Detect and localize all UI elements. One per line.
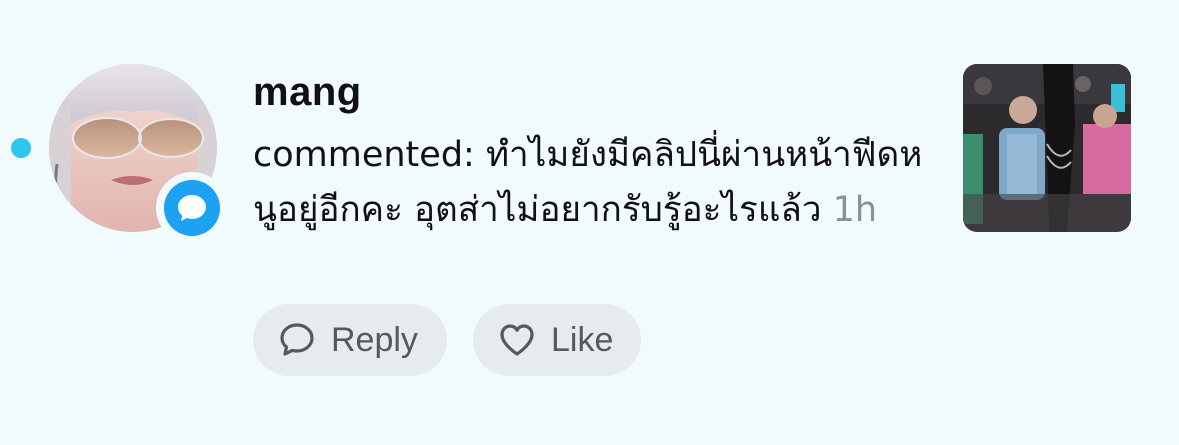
post-thumbnail[interactable] (963, 64, 1131, 232)
comment-bubble-icon (164, 180, 220, 236)
speech-bubble-icon (277, 320, 317, 360)
action-bar: Reply Like (253, 304, 641, 376)
like-button[interactable]: Like (473, 304, 641, 376)
action-prefix: commented: (253, 135, 475, 175)
username[interactable]: mang (253, 66, 943, 118)
comment-body: commented: ทำไมยังมีคลิปนี่ผ่านหน้าฟีดหน… (253, 128, 943, 238)
thumbnail-image (963, 64, 1131, 232)
notification-text: mang commented: ทำไมยังมีคลิปนี่ผ่านหน้า… (253, 66, 943, 238)
reply-button[interactable]: Reply (253, 304, 447, 376)
unread-indicator-dot (11, 138, 31, 158)
comment-badge (156, 172, 228, 244)
heart-outline-icon (497, 320, 537, 360)
like-label: Like (551, 320, 614, 359)
timestamp: 1h (832, 190, 878, 230)
notification-item[interactable]: mang commented: ทำไมยังมีคลิปนี่ผ่านหน้า… (0, 0, 1179, 445)
reply-label: Reply (331, 320, 418, 359)
